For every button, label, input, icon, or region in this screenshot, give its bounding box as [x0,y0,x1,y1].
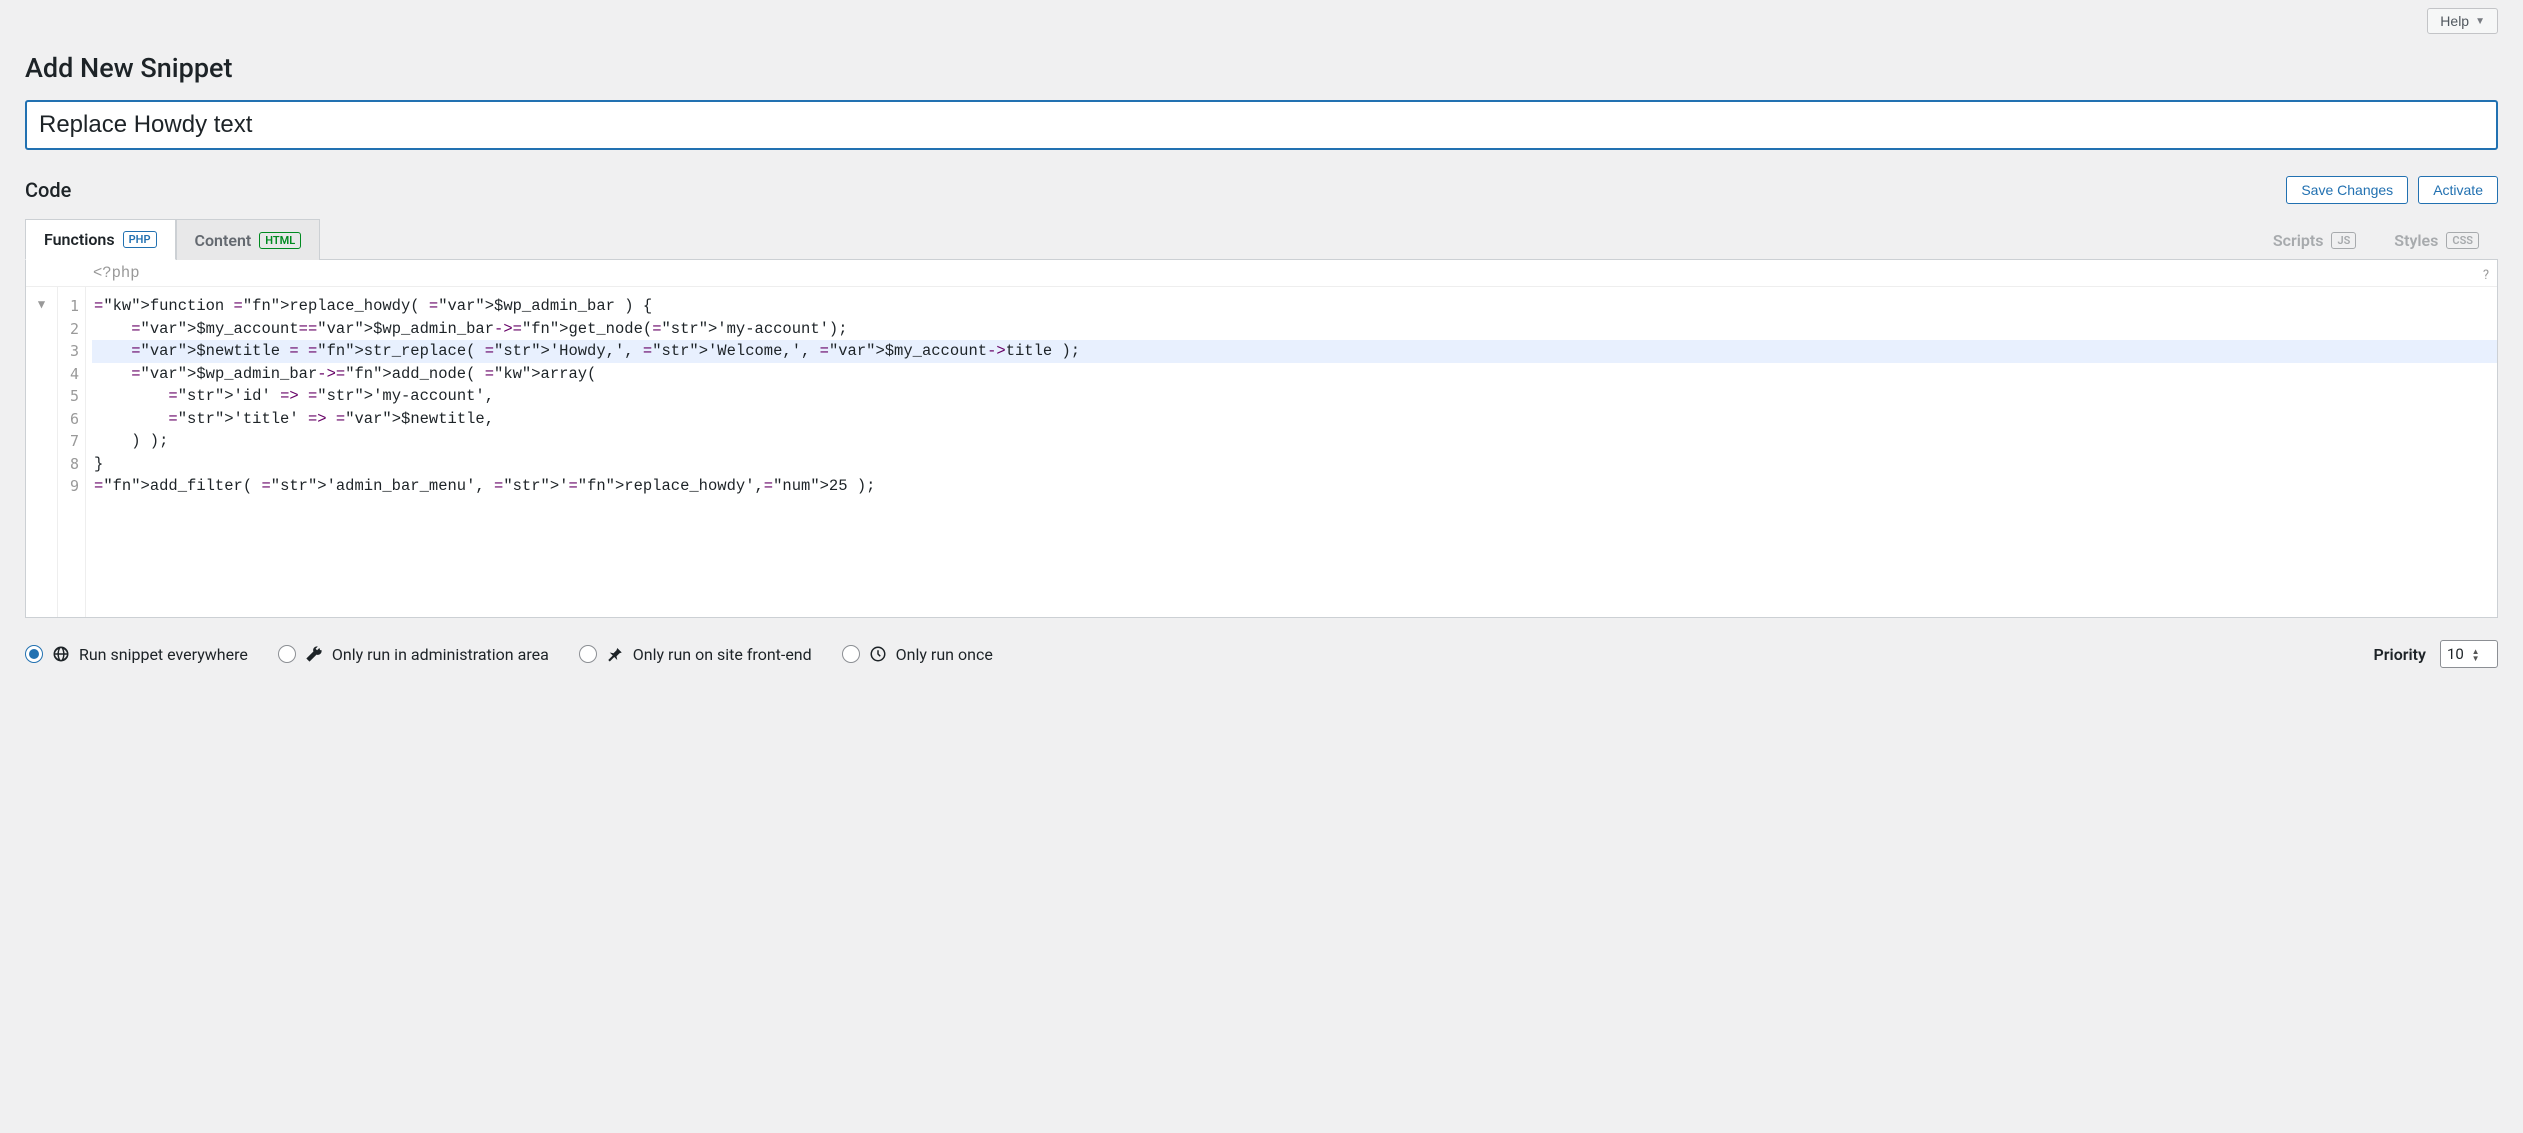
priority-label: Priority [2374,645,2426,664]
tab-content[interactable]: Content HTML [176,219,321,260]
tab-scripts[interactable]: Scripts JS [2254,220,2375,260]
tab-functions[interactable]: Functions PHP [25,219,176,260]
code-line[interactable]: ="var">$my_account=="var">$wp_admin_bar-… [92,318,2497,341]
help-label: Help [2440,13,2469,29]
option-label: Only run once [896,645,993,664]
radio-icon [842,645,860,663]
code-line[interactable]: ="fn">add_filter( ="str">'admin_bar_menu… [92,475,2497,498]
code-lines[interactable]: ="kw">function ="fn">replace_howdy( ="va… [86,287,2497,617]
pin-icon [606,645,624,663]
php-open-tag: <?php [26,260,2497,287]
code-line[interactable]: ="var">$newtitle = ="fn">str_replace( ="… [92,340,2497,363]
option-label: Run snippet everywhere [79,645,248,664]
run-once-option[interactable]: Only run once [842,645,993,664]
page-title: Add New Snippet [25,52,2498,84]
radio-icon [579,645,597,663]
priority-value: 10 [2447,645,2464,663]
help-icon[interactable]: ? [2483,268,2489,283]
code-line[interactable]: ) ); [92,430,2497,453]
code-editor[interactable]: <?php ? ▼ 123456789 ="kw">function ="fn"… [25,260,2498,618]
fold-gutter[interactable]: ▼ [26,287,58,617]
code-line[interactable]: ="kw">function ="fn">replace_howdy( ="va… [92,295,2497,318]
chevron-down-icon: ▼ [2475,16,2485,27]
code-line[interactable]: } [92,453,2497,476]
run-frontend-option[interactable]: Only run on site front-end [579,645,812,664]
option-label: Only run on site front-end [633,645,812,664]
line-number-gutter: 123456789 [58,287,86,617]
save-changes-button[interactable]: Save Changes [2286,176,2408,204]
js-badge: JS [2331,232,2356,249]
stepper-icon[interactable]: ▲▼ [2472,648,2480,662]
clock-icon [869,645,887,663]
tab-styles[interactable]: Styles CSS [2375,220,2498,260]
activate-button[interactable]: Activate [2418,176,2498,204]
run-admin-option[interactable]: Only run in administration area [278,645,549,664]
globe-icon [52,645,70,663]
radio-icon [278,645,296,663]
wrench-icon [305,645,323,663]
help-button[interactable]: Help ▼ [2427,8,2498,34]
snippet-title-input[interactable] [25,100,2498,150]
css-badge: CSS [2446,232,2479,249]
tab-label: Scripts [2273,231,2324,250]
php-badge: PHP [123,231,157,248]
code-line[interactable]: ="str">'id' => ="str">'my-account', [92,385,2497,408]
fold-marker-icon[interactable]: ▼ [38,297,45,311]
tab-label: Content [195,231,252,250]
run-scope-options: Run snippet everywhere Only run in admin… [25,645,993,664]
option-label: Only run in administration area [332,645,549,664]
run-everywhere-option[interactable]: Run snippet everywhere [25,645,248,664]
tab-label: Styles [2394,231,2438,250]
tab-label: Functions [44,230,115,249]
radio-icon [25,645,43,663]
priority-input[interactable]: 10 ▲▼ [2440,640,2498,668]
html-badge: HTML [259,232,301,249]
code-line[interactable]: ="str">'title' => ="var">$newtitle, [92,408,2497,431]
code-section-label: Code [25,178,71,202]
code-line[interactable]: ="var">$wp_admin_bar->="fn">add_node( ="… [92,363,2497,386]
